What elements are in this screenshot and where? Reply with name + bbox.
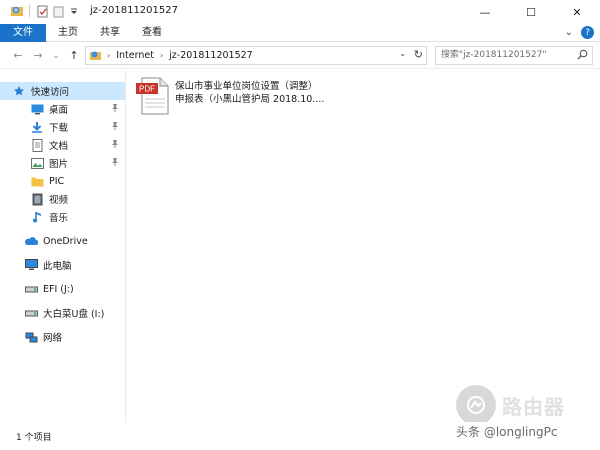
sidebar-item-label: EFI (J:)	[43, 283, 74, 295]
explorer-app-icon[interactable]	[10, 4, 24, 18]
sidebar-item-documents[interactable]: 文档	[0, 136, 125, 154]
sidebar-item-label: 大白菜U盘 (I:)	[43, 309, 105, 320]
tab-share[interactable]: 共享	[90, 24, 130, 42]
internet-icon	[86, 49, 104, 62]
file-name-line2: 申报表（小黑山管护局 2018.10....	[175, 94, 325, 105]
music-icon	[30, 210, 44, 224]
title-bar: jz-201811201527 — ☐ ✕	[0, 0, 600, 24]
folder-icon	[30, 174, 44, 188]
watermark-logo: 路由器	[456, 385, 565, 425]
desktop-icon	[30, 102, 44, 116]
search-placeholder: 搜索"jz-201811201527"	[441, 50, 547, 60]
watermark-brand: 路由器	[502, 394, 565, 419]
navigation-bar: ← → ⌄ ↑ › Internet › jz-201811201527 ⌄ ↻…	[0, 43, 600, 69]
ribbon-collapse-icon[interactable]: ⌄	[565, 27, 573, 38]
sidebar-item-label: 快速访问	[31, 87, 70, 98]
sidebar-item-label: PIC	[49, 175, 65, 187]
video-icon	[30, 192, 44, 206]
minimize-button[interactable]: —	[462, 0, 508, 24]
network-icon	[24, 330, 38, 344]
sidebar-item-label: 文档	[49, 141, 69, 152]
sidebar-item-label: OneDrive	[43, 235, 88, 247]
pdf-badge: PDF	[139, 85, 155, 94]
file-item[interactable]: PDF 保山市事业单位岗位设置（调整） 申报表（小黑山管护局 2018.10..…	[136, 77, 325, 119]
sidebar-item-label: 视频	[49, 195, 69, 206]
ribbon: 文件 主页 共享 查看 ⌄ ?	[0, 24, 600, 42]
file-list: PDF 保山市事业单位岗位设置（调整） 申报表（小黑山管护局 2018.10..…	[127, 70, 600, 422]
cloud-icon	[24, 234, 38, 248]
breadcrumb-separator: ›	[107, 51, 111, 60]
sidebar-item-label: 桌面	[49, 105, 69, 116]
maximize-button[interactable]: ☐	[508, 0, 554, 24]
breadcrumb-separator: ›	[159, 51, 164, 60]
pin-icon[interactable]	[111, 121, 119, 134]
address-bar[interactable]: › Internet › jz-201811201527 ⌄ ↻	[85, 46, 427, 65]
sidebar-item-efi-drive[interactable]: EFI (J:)	[0, 280, 125, 298]
tab-file[interactable]: 文件	[0, 24, 46, 42]
recent-locations-button[interactable]: ⌄	[48, 47, 64, 63]
download-icon	[30, 120, 44, 134]
close-button[interactable]: ✕	[554, 0, 600, 24]
sidebar-item-label: 此电脑	[43, 261, 72, 272]
breadcrumb-current-folder[interactable]: jz-201811201527	[166, 50, 256, 61]
sidebar-item-pic[interactable]: PIC	[0, 172, 125, 190]
sidebar-item-usb-drive[interactable]: 大白菜U盘 (I:)	[0, 304, 125, 322]
tab-home[interactable]: 主页	[48, 24, 88, 42]
forward-button[interactable]: →	[30, 47, 46, 63]
document-icon	[30, 138, 44, 152]
sidebar-item-network[interactable]: 网络	[0, 328, 125, 346]
sidebar-item-label: 图片	[49, 159, 69, 170]
navigation-pane: 快速访问 桌面 下载 文档 图片 PIC 视频 音乐 OneDrive 此电脑 …	[0, 70, 126, 422]
watermark-caption: 头条 @longlingPc	[456, 425, 558, 439]
sidebar-item-label: 网络	[43, 333, 63, 344]
address-dropdown-icon[interactable]: ⌄	[399, 49, 406, 58]
item-count: 1 个项目	[16, 433, 52, 443]
new-folder-icon[interactable]	[51, 4, 65, 18]
back-button[interactable]: ←	[10, 47, 26, 63]
sidebar-item-label: 音乐	[49, 213, 69, 224]
up-button[interactable]: ↑	[66, 47, 82, 63]
customize-toolbar-icon[interactable]	[67, 4, 81, 18]
help-icon[interactable]: ?	[581, 26, 594, 39]
sidebar-item-desktop[interactable]: 桌面	[0, 100, 125, 118]
quick-access-toolbar	[10, 4, 81, 18]
properties-icon[interactable]	[35, 4, 49, 18]
refresh-icon[interactable]: ↻	[414, 48, 423, 61]
sidebar-item-music[interactable]: 音乐	[0, 208, 125, 226]
breadcrumb-internet[interactable]: Internet	[113, 50, 157, 61]
pin-icon[interactable]	[111, 157, 119, 170]
sidebar-item-pictures[interactable]: 图片	[0, 154, 125, 172]
star-icon	[12, 84, 26, 98]
search-input[interactable]: 搜索"jz-201811201527"	[435, 46, 593, 65]
tab-view[interactable]: 查看	[132, 24, 172, 42]
sidebar-item-onedrive[interactable]: OneDrive	[0, 232, 125, 250]
drive-icon	[24, 306, 38, 320]
file-name-line1: 保山市事业单位岗位设置（调整）	[175, 81, 318, 92]
drive-icon	[24, 282, 38, 296]
sidebar-item-downloads[interactable]: 下载	[0, 118, 125, 136]
sidebar-item-this-pc[interactable]: 此电脑	[0, 256, 125, 274]
sidebar-item-quick-access[interactable]: 快速访问	[0, 82, 125, 100]
pin-icon[interactable]	[111, 139, 119, 152]
pdf-file-icon: PDF	[136, 77, 170, 115]
sidebar-item-videos[interactable]: 视频	[0, 190, 125, 208]
sidebar-item-label: 下载	[49, 123, 69, 134]
watermark-circle-icon	[456, 385, 496, 425]
pictures-icon	[30, 156, 44, 170]
search-icon[interactable]	[577, 49, 588, 67]
pin-icon[interactable]	[111, 103, 119, 116]
computer-icon	[24, 258, 38, 272]
window-title: jz-201811201527	[90, 5, 178, 16]
